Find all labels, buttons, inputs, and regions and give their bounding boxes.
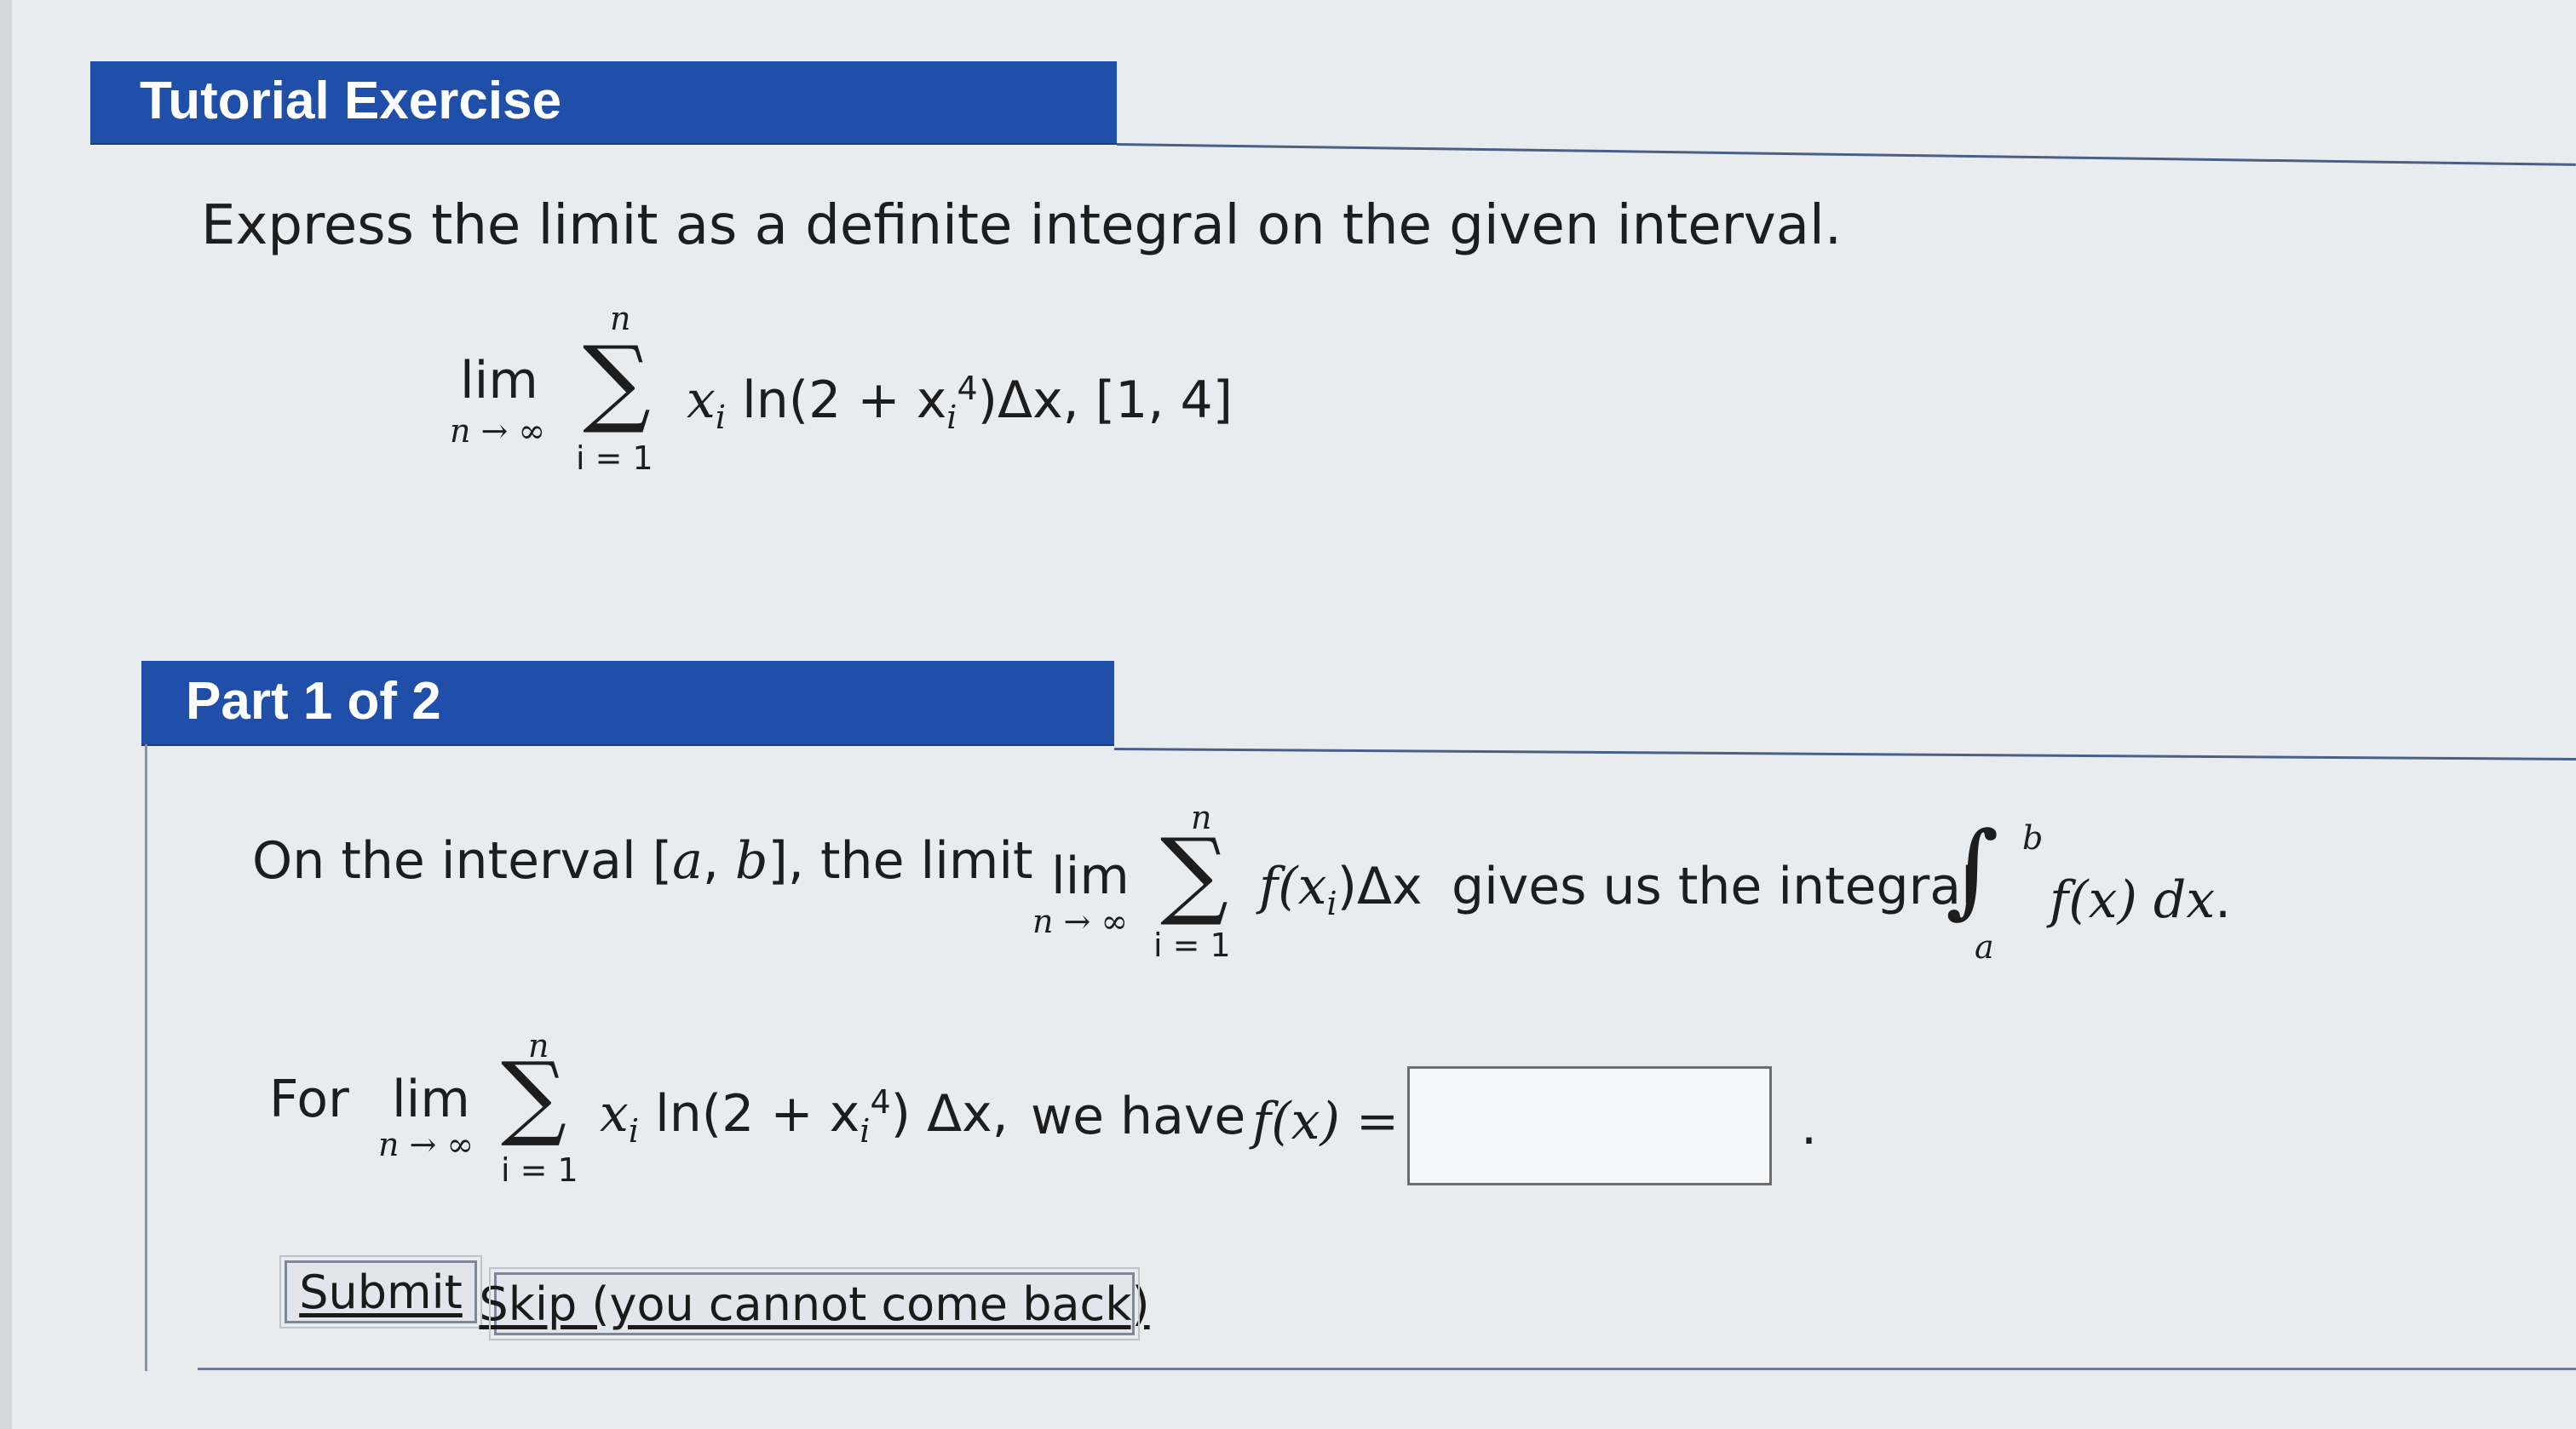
- tutorial-header-title: Tutorial Exercise: [140, 72, 562, 131]
- def-sigma-symbol: ∑: [1160, 818, 1228, 929]
- integrand: f(x) dx: [2050, 870, 2216, 930]
- skip-button[interactable]: Skip (you cannot come back): [479, 1267, 1150, 1340]
- prefix-text: On the interval [: [252, 831, 673, 891]
- integral-symbol: ∫: [1946, 811, 1999, 929]
- a-var: a: [672, 831, 703, 891]
- term-end: )Δx, [1, 4]: [977, 370, 1233, 430]
- answer-input[interactable]: [1407, 1066, 1772, 1185]
- page-edge: [0, 0, 12, 1429]
- q-lim-label: lim: [392, 1070, 470, 1129]
- part-bottom-border: [198, 1368, 2576, 1370]
- instruction-text: Express the limit as a definite integral…: [201, 194, 1843, 257]
- def-fx: f(x: [1259, 857, 1327, 916]
- fx-equals: f(x) =: [1252, 1092, 1400, 1151]
- term-sub: i: [946, 399, 957, 436]
- def-lim-subscript: n → ∞: [1032, 903, 1129, 940]
- comma-text: ,: [702, 831, 736, 891]
- mid-text: ], the limit: [768, 831, 1033, 891]
- submit-button[interactable]: Submit: [279, 1255, 482, 1329]
- term-sup: 4: [957, 370, 978, 407]
- def-term: f(xi)Δx: [1259, 857, 1423, 922]
- q-lim-subscript: n → ∞: [378, 1126, 474, 1163]
- sentence-prefix: On the interval [a, b], the limit: [252, 831, 1033, 891]
- part-header-title: Part 1 of 2: [186, 672, 441, 732]
- q-term-sub: i: [860, 1112, 871, 1150]
- b-var: b: [735, 831, 768, 891]
- q-term-end: ) Δx,: [890, 1084, 1009, 1144]
- def-lim-label: lim: [1051, 846, 1130, 906]
- part-header: Part 1 of 2: [141, 661, 1114, 744]
- term-ln: ln(2 + x: [742, 370, 947, 430]
- sum-term: xi ln(2 + xi4)Δx, [1, 4]: [687, 370, 1233, 436]
- q-term-x-sub: i: [628, 1112, 639, 1150]
- def-fx-sub: i: [1326, 885, 1337, 922]
- sum-lower: i = 1: [576, 439, 653, 477]
- integral-lower: a: [1975, 928, 1994, 966]
- q-term: xi ln(2 + xi4) Δx,: [600, 1083, 1009, 1150]
- q-term-sup: 4: [870, 1083, 891, 1121]
- lim-subscript: n → ∞: [450, 412, 546, 450]
- for-label: For: [269, 1070, 349, 1129]
- q-sigma-symbol: ∑: [501, 1043, 567, 1150]
- tutorial-header: Tutorial Exercise: [90, 61, 1117, 143]
- q-term-x: x: [600, 1084, 629, 1144]
- q-term-ln: ln(2 + x: [655, 1084, 860, 1144]
- answer-period: .: [1801, 1097, 1818, 1156]
- def-sum-lower: i = 1: [1153, 927, 1231, 964]
- part-divider: [1113, 748, 2576, 760]
- tutorial-divider: [1116, 143, 2576, 166]
- integral-period: .: [2215, 870, 2232, 930]
- def-fx-end: )Δx: [1337, 857, 1423, 916]
- term-x: x: [687, 370, 716, 430]
- q-sum-lower: i = 1: [501, 1151, 578, 1189]
- lim-label: lim: [460, 351, 538, 410]
- gives-text: gives us the integral: [1452, 857, 1975, 916]
- term-x-sub: i: [715, 399, 726, 436]
- we-have-text: we have: [1031, 1087, 1246, 1146]
- sigma-symbol: ∑: [583, 326, 651, 437]
- part-left-border: [145, 744, 147, 1371]
- integral-upper: b: [2022, 819, 2044, 857]
